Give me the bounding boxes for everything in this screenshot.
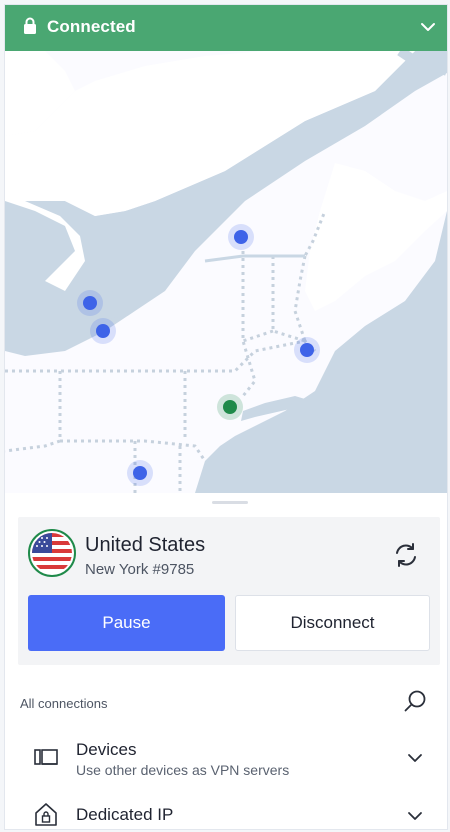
search-icon[interactable] [403,689,427,713]
connected-server: New York #9785 [85,561,195,578]
server-marker[interactable] [294,337,320,363]
connection-sheet: United States New York #9785 Pause Disco… [5,493,447,829]
chevron-down-icon[interactable] [419,18,437,36]
app-frame: Connected United States New York #9785 P… [4,4,448,830]
devices-icon [34,749,58,765]
server-map[interactable] [5,51,447,493]
all-connections-title: All connections [20,696,108,711]
refresh-icon[interactable] [392,541,420,569]
chevron-down-icon[interactable] [407,808,423,824]
home-lock-icon [35,803,57,826]
server-marker[interactable] [127,460,153,486]
server-marker[interactable] [228,224,254,250]
connection-item-title: Dedicated IP [76,805,174,824]
server-marker[interactable] [90,318,116,344]
connection-item-subtitle: Use other devices as VPN servers [76,762,290,778]
connected-country: United States [85,534,206,556]
status-label: Connected [47,17,136,36]
server-marker[interactable] [77,290,103,316]
pause-button[interactable]: Pause [28,595,225,651]
chevron-down-icon[interactable] [407,750,423,766]
sheet-grabber[interactable] [212,501,248,504]
connection-item-title: Devices [76,740,137,759]
connection-status-bar[interactable]: Connected [5,5,447,51]
disconnect-button[interactable]: Disconnect [235,595,430,651]
lock-icon [24,17,36,34]
connection-card: United States New York #9785 Pause Disco… [18,517,440,665]
us-flag-icon [28,529,76,577]
active-server-marker[interactable] [217,394,243,420]
